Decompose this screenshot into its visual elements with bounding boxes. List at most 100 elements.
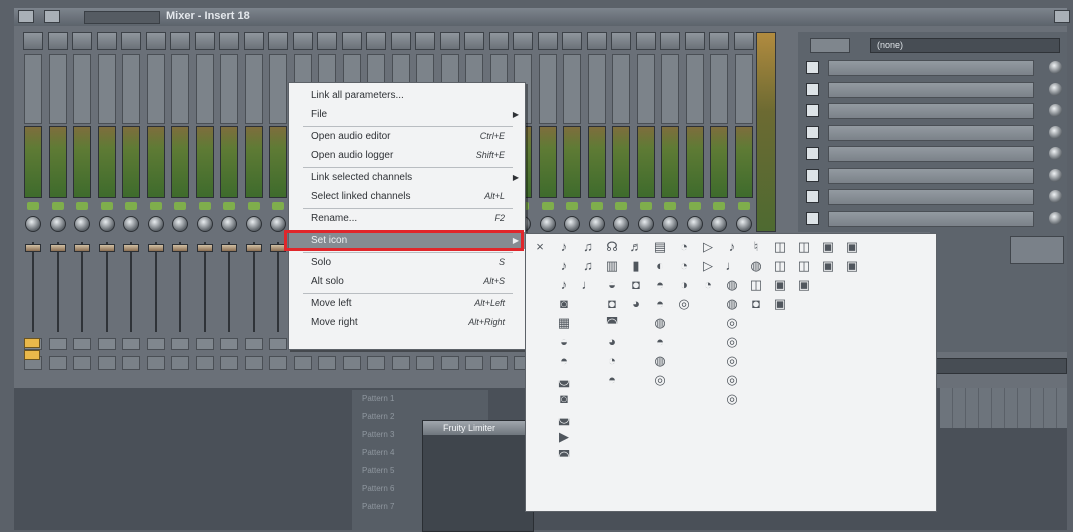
mixer-strip[interactable] [71,32,93,380]
record-arm-button[interactable] [24,338,40,348]
strip-header[interactable] [709,32,729,50]
strip-header[interactable] [562,32,582,50]
playlist-item[interactable]: Pattern 6 [362,484,394,493]
strip-enable-led[interactable] [76,202,88,210]
strip-header[interactable] [537,32,558,50]
strip-enable-led[interactable] [737,202,750,210]
strip-header[interactable] [464,32,484,50]
palette-icon[interactable]: ♪ [556,278,572,292]
palette-icon[interactable]: ▥ [604,259,620,273]
palette-icon[interactable]: ◍ [652,354,668,368]
slot-name[interactable] [828,210,1034,227]
menu-item[interactable]: Link all parameters... [289,87,525,104]
fx-button[interactable] [489,356,508,370]
fx-button[interactable] [146,356,165,370]
fx-button[interactable] [269,356,287,370]
route-button[interactable] [244,338,263,350]
strip-enable-led[interactable] [247,202,260,210]
palette-icon[interactable]: ◎ [724,316,740,330]
palette-icon[interactable]: ◫ [796,259,812,273]
palette-icon[interactable]: ♩ [724,259,740,273]
palette-icon[interactable]: ▣ [844,259,860,273]
strip-name-label[interactable] [171,54,189,124]
palette-icon[interactable]: ♪ [724,240,740,254]
palette-icon[interactable]: ▮ [628,259,644,273]
effect-slot[interactable] [806,101,1064,121]
pan-knob[interactable] [123,216,139,232]
palette-icon[interactable]: ◓ [652,297,668,311]
strip-header[interactable] [611,32,631,50]
strip-enable-led[interactable] [639,202,652,210]
strip-name-label[interactable] [122,54,140,124]
strip-header[interactable] [684,32,705,50]
route-button[interactable] [48,338,67,350]
strip-name-label[interactable] [636,54,655,124]
strip-enable-led[interactable] [149,202,162,210]
palette-icon[interactable]: ◐ [652,259,668,273]
palette-icon[interactable]: ◎ [676,297,692,311]
mixer-strip[interactable] [145,32,167,380]
palette-icon[interactable]: ◍ [724,297,740,311]
palette-icon[interactable]: ◔ [676,259,692,273]
menu-item[interactable]: Move right Alt+Right [289,314,525,331]
fx-button[interactable] [97,356,116,370]
playlist-item[interactable]: Pattern 1 [362,394,394,403]
slot-name[interactable] [828,60,1034,76]
route-button[interactable] [146,338,165,350]
strip-header[interactable] [170,32,190,50]
slot-name[interactable] [828,81,1034,98]
palette-icon[interactable]: ♬ [628,240,644,254]
fx-button[interactable] [416,356,434,370]
mix-knob[interactable] [1049,211,1062,225]
fx-button[interactable] [342,356,361,370]
strip-name-label[interactable] [244,54,263,124]
strip-header[interactable] [586,32,607,50]
pan-knob[interactable] [49,216,66,232]
mix-knob[interactable] [1049,125,1062,139]
palette-icon[interactable]: ◚ [556,449,572,463]
palette-icon[interactable]: ▣ [772,297,788,311]
slot-enable-led[interactable] [806,147,819,160]
strip-header[interactable] [439,32,460,50]
strip-header[interactable] [72,32,92,50]
fx-button[interactable] [293,356,312,370]
strip-header[interactable] [219,32,239,50]
strip-header[interactable] [366,32,386,50]
fx-button[interactable] [440,356,459,370]
slot-name[interactable] [828,124,1034,141]
strip-enable-led[interactable] [198,202,211,210]
palette-icon[interactable]: ◓ [604,373,620,387]
fx-button[interactable] [244,356,263,370]
effect-slot[interactable] [806,209,1064,229]
mixer-strip[interactable] [96,32,118,380]
strip-enable-led[interactable] [541,202,554,210]
palette-icon[interactable]: ◒ [556,335,572,349]
fx-button[interactable] [220,356,238,370]
slot-enable-led[interactable] [806,61,819,74]
mixer-strip[interactable] [218,32,240,380]
palette-icon[interactable]: ◓ [556,354,572,368]
strip-enable-led[interactable] [713,202,725,210]
palette-icon[interactable]: ♪ [556,240,572,254]
menu-item[interactable]: Open audio logger Shift+E [289,147,525,164]
strip-name-label[interactable] [24,54,42,124]
pan-knob[interactable] [147,216,164,232]
fx-button[interactable] [73,356,91,370]
effect-slot[interactable] [806,144,1064,164]
strip-name-label[interactable] [269,54,287,124]
pan-knob[interactable] [637,216,654,232]
route-button[interactable] [171,338,189,350]
mixer-strip[interactable] [22,32,44,380]
palette-icon[interactable]: ◘ [628,278,644,292]
palette-icon[interactable]: ▣ [772,278,788,292]
route-button[interactable] [269,338,287,350]
slot-name[interactable] [828,189,1034,205]
arrow-icon[interactable] [44,10,60,23]
fx-button[interactable] [318,356,336,370]
palette-icon[interactable]: ☊ [604,240,620,254]
palette-icon[interactable]: ▣ [796,278,812,292]
pan-knob[interactable] [613,216,629,232]
palette-icon[interactable]: ◎ [724,392,740,406]
strip-enable-led[interactable] [125,202,137,210]
pan-knob[interactable] [686,216,703,232]
